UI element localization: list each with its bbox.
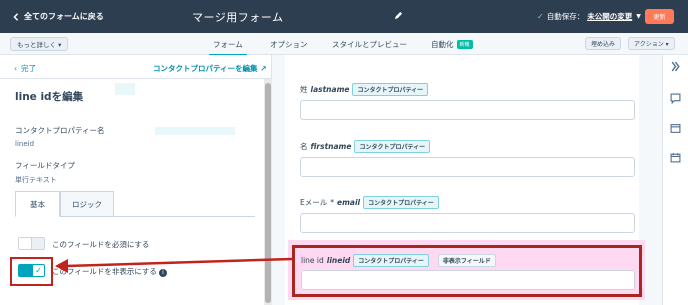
settings-tabs: 基本 ロジック [15, 191, 255, 217]
hidden-field-badge: 非表示フィールド [437, 254, 496, 267]
contact-property-value: lineid [15, 140, 35, 148]
tab-form[interactable]: フォーム [209, 39, 247, 56]
field-type-label: フィールドタイプ [15, 161, 75, 170]
autosave-label: 自動保存： [546, 12, 585, 21]
more-details-button[interactable]: もっと詳しく ▾ [10, 37, 69, 51]
lastname-input[interactable] [300, 100, 635, 120]
field-label-email[interactable]: Eメール * email コンタクトプロパティー [300, 196, 439, 209]
required-toggle-label: このフィールドを必須にする [52, 240, 150, 249]
field-label-lastname[interactable]: 姓 lastname コンタクトプロパティー [300, 83, 429, 96]
edit-contact-property-link[interactable]: コンタクトプロパティーを編集 ↗ [153, 63, 266, 74]
hidden-toggle-label: このフィールドを非表示にする [52, 267, 157, 276]
contact-property-badge: コンタクトプロパティー [354, 140, 431, 153]
email-input[interactable] [300, 213, 635, 233]
field-label-firstname[interactable]: 名 firstname コンタクトプロパティー [300, 140, 431, 153]
tab-automation-label: 自動化 [431, 40, 454, 49]
tab-options[interactable]: オプション [270, 39, 308, 50]
tab-automation[interactable]: 自動化 新機 [431, 39, 473, 50]
field-label-text: Eメール [300, 198, 328, 207]
window-icon[interactable] [670, 123, 681, 134]
contact-property-badge: コンタクトプロパティー [363, 196, 439, 209]
done-label: 完了 [21, 64, 36, 73]
field-internal-name: lastname [310, 85, 350, 94]
top-navigation-bar: 全てのフォームに戻る マージ用フォーム ✓ 自動保存： 未公開の変更 ▼ 更新 [0, 0, 688, 33]
field-type-value: 単行テキスト [15, 176, 57, 184]
actions-button[interactable]: アクション ▾ [628, 37, 675, 50]
calendar-icon[interactable] [670, 152, 681, 163]
field-internal-name: email [337, 198, 361, 207]
decorative-highlight [115, 83, 135, 95]
tab-style-preview[interactable]: スタイルとプレビュー [332, 39, 407, 50]
double-chevron-right-icon[interactable] [670, 61, 681, 72]
external-link-icon: ↗ [260, 64, 267, 73]
field-edit-panel: ‹ 完了 コンタクトプロパティーを編集 ↗ line idを編集 コンタクトプロ… [0, 55, 272, 305]
field-label-lineid[interactable]: line id lineid コンタクトプロパティー 非表示フィールド [301, 254, 496, 267]
contact-property-badge: コンタクトプロパティー [353, 254, 429, 267]
info-icon[interactable]: i [158, 268, 167, 277]
chevron-left-icon [13, 12, 19, 21]
check-icon: ✓ [537, 12, 544, 21]
contact-property-label: コンタクトプロパティー名 [15, 126, 105, 135]
done-link[interactable]: ‹ 完了 [14, 63, 36, 74]
embed-button[interactable]: 埋め込み [585, 37, 622, 50]
update-button[interactable]: 更新 [645, 9, 674, 24]
autosave-status[interactable]: ✓ 自動保存： 未公開の変更 ▼ [537, 11, 641, 22]
editor-toolbar: もっと詳しく ▾ フォーム オプション スタイルとプレビュー 自動化 新機 埋め込… [0, 33, 688, 56]
field-label-text: line id [301, 256, 324, 265]
field-internal-name: firstname [310, 142, 352, 151]
contact-property-badge: コンタクトプロパティー [352, 83, 429, 96]
panel-header: ‹ 完了 コンタクトプロパティーを編集 ↗ [0, 55, 272, 79]
lineid-input[interactable] [301, 270, 635, 290]
required-asterisk: * [330, 198, 334, 207]
pencil-icon[interactable] [394, 11, 403, 20]
tab-basic[interactable]: 基本 [15, 191, 60, 217]
back-to-forms-label: 全てのフォームに戻る [24, 12, 104, 21]
required-toggle[interactable] [18, 237, 45, 250]
firstname-input[interactable] [300, 157, 635, 177]
scrollbar-thumb[interactable] [265, 83, 271, 303]
unpublished-changes-link[interactable]: 未公開の変更 [587, 11, 632, 22]
edit-contact-property-label: コンタクトプロパティーを編集 [153, 64, 258, 73]
panel-scrollbar[interactable] [264, 79, 272, 305]
caret-down-icon: ▼ [636, 13, 641, 20]
decorative-highlight [155, 127, 235, 135]
field-label-text: 姓 [300, 85, 308, 94]
form-title[interactable]: マージ用フォーム [192, 9, 283, 25]
chevron-left-icon: ‹ [14, 64, 17, 73]
back-to-forms-link[interactable]: 全てのフォームに戻る [12, 11, 104, 22]
comment-icon[interactable] [670, 93, 681, 104]
field-internal-name: lineid [326, 256, 351, 265]
hidden-toggle-label-row: このフィールドを非表示にする i [52, 266, 167, 277]
panel-heading: line idを編集 [15, 91, 84, 103]
tab-logic[interactable]: ロジック [60, 191, 114, 217]
right-sidebar [662, 55, 688, 305]
field-label-text: 名 [300, 142, 308, 151]
new-badge: 新機 [456, 40, 473, 49]
annotation-highlight-box [10, 257, 53, 286]
